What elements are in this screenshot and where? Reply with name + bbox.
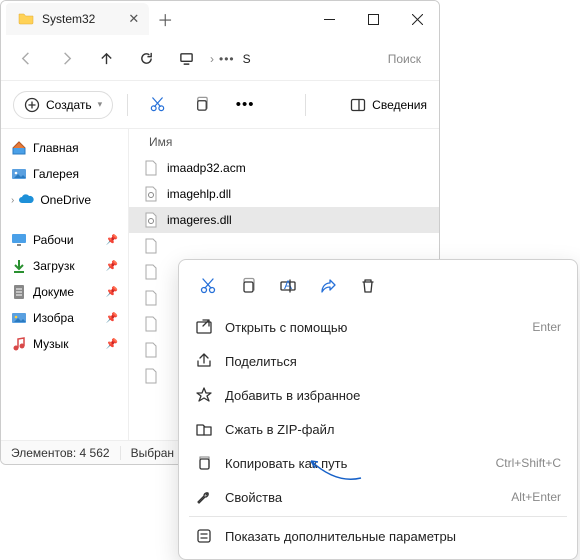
- tab-title: System32: [42, 12, 95, 26]
- window-controls: [307, 1, 439, 37]
- active-tab[interactable]: System32 ✕: [6, 3, 149, 35]
- breadcrumb-current[interactable]: S: [243, 52, 251, 66]
- file-icon: [143, 238, 159, 254]
- maximize-button[interactable]: [351, 1, 395, 37]
- sidebar: Главная Галерея ›OneDrive Рабочи📌 Загруз…: [1, 129, 129, 440]
- separator: [189, 516, 567, 517]
- ctx-copy-path[interactable]: Копировать как путьCtrl+Shift+C: [185, 446, 571, 480]
- share-button[interactable]: [311, 270, 345, 302]
- sidebar-item-onedrive[interactable]: ›OneDrive: [5, 187, 124, 213]
- delete-button[interactable]: [351, 270, 385, 302]
- toolbar: Создать ▾ ••• Сведения: [1, 81, 439, 129]
- sidebar-item-gallery[interactable]: Галерея: [5, 161, 124, 187]
- rename-button[interactable]: A: [271, 270, 305, 302]
- chevron-down-icon: ▾: [98, 99, 103, 110]
- new-tab-button[interactable]: ＋: [157, 7, 173, 31]
- cloud-icon: [18, 192, 34, 208]
- ctx-more-options[interactable]: Показать дополнительные параметры: [185, 519, 571, 553]
- file-icon: [143, 186, 159, 202]
- file-icon: [143, 264, 159, 280]
- desktop-icon: [11, 232, 27, 248]
- wrench-icon: [195, 488, 213, 506]
- pictures-icon: [11, 310, 27, 326]
- gallery-icon: [11, 166, 27, 182]
- more-button[interactable]: •••: [230, 90, 260, 120]
- pc-icon[interactable]: [167, 41, 205, 77]
- document-icon: [11, 284, 27, 300]
- pin-icon: 📌: [106, 287, 118, 298]
- more-options-icon: [195, 527, 213, 545]
- ctx-properties[interactable]: СвойстваAlt+Enter: [185, 480, 571, 514]
- copy-path-icon: [195, 454, 213, 472]
- copy-button[interactable]: [231, 270, 265, 302]
- sidebar-item-desktop[interactable]: Рабочи📌: [5, 227, 124, 253]
- cut-button[interactable]: [191, 270, 225, 302]
- zip-icon: [195, 420, 213, 438]
- details-label: Сведения: [372, 98, 427, 112]
- close-tab-icon[interactable]: ✕: [128, 11, 139, 27]
- chevron-right-icon: ›: [210, 52, 214, 66]
- titlebar: System32 ✕ ＋: [1, 1, 439, 37]
- share-icon: [195, 352, 213, 370]
- separator: [305, 94, 306, 116]
- pin-icon: 📌: [106, 313, 118, 324]
- pin-icon: 📌: [106, 235, 118, 246]
- details-button[interactable]: Сведения: [350, 97, 427, 113]
- ctx-open-with[interactable]: Открыть с помощьюEnter: [185, 310, 571, 344]
- music-icon: [11, 336, 27, 352]
- file-row-selected[interactable]: imageres.dll: [129, 207, 439, 233]
- create-label: Создать: [46, 98, 92, 112]
- file-icon: [143, 316, 159, 332]
- ctx-share[interactable]: Поделиться: [185, 344, 571, 378]
- file-icon: [143, 212, 159, 228]
- star-icon: [195, 386, 213, 404]
- cut-button[interactable]: [142, 90, 172, 120]
- ctx-favorite[interactable]: Добавить в избранное: [185, 378, 571, 412]
- forward-button[interactable]: [47, 41, 85, 77]
- sidebar-item-downloads[interactable]: Загрузк📌: [5, 253, 124, 279]
- separator: [127, 94, 128, 116]
- ctx-zip[interactable]: Сжать в ZIP-файл: [185, 412, 571, 446]
- minimize-button[interactable]: [307, 1, 351, 37]
- file-row[interactable]: imagehlp.dll: [129, 181, 439, 207]
- back-button[interactable]: [7, 41, 45, 77]
- download-icon: [11, 258, 27, 274]
- home-icon: [11, 140, 27, 156]
- file-icon: [143, 160, 159, 176]
- more-dots[interactable]: •••: [219, 52, 235, 66]
- open-with-icon: [195, 318, 213, 336]
- sidebar-item-home[interactable]: Главная: [5, 135, 124, 161]
- details-icon: [350, 97, 366, 113]
- sidebar-item-documents[interactable]: Докуме📌: [5, 279, 124, 305]
- file-icon: [143, 342, 159, 358]
- up-button[interactable]: [87, 41, 125, 77]
- context-icon-row: A: [185, 266, 571, 310]
- create-button[interactable]: Создать ▾: [13, 91, 113, 119]
- sidebar-item-music[interactable]: Музык📌: [5, 331, 124, 357]
- pin-icon: 📌: [106, 261, 118, 272]
- pin-icon: 📌: [106, 339, 118, 350]
- sidebar-item-pictures[interactable]: Изобра📌: [5, 305, 124, 331]
- close-button[interactable]: [395, 1, 439, 37]
- file-row[interactable]: imaadp32.acm: [129, 155, 439, 181]
- refresh-button[interactable]: [127, 41, 165, 77]
- search-input[interactable]: Поиск: [376, 52, 433, 66]
- svg-text:A: A: [284, 278, 292, 292]
- context-menu: A Открыть с помощьюEnter Поделиться Доба…: [178, 259, 578, 560]
- file-row[interactable]: [129, 233, 439, 259]
- status-item-count: Элементов: 4 562: [1, 446, 121, 460]
- file-icon: [143, 290, 159, 306]
- column-header-name[interactable]: Имя: [129, 129, 439, 155]
- status-selection: Выбран: [121, 446, 185, 460]
- plus-circle-icon: [24, 97, 40, 113]
- folder-icon: [18, 10, 34, 29]
- file-icon: [143, 368, 159, 384]
- copy-button[interactable]: [186, 90, 216, 120]
- navbar: › ••• S Поиск: [1, 37, 439, 81]
- chevron-right-icon: ›: [11, 195, 14, 206]
